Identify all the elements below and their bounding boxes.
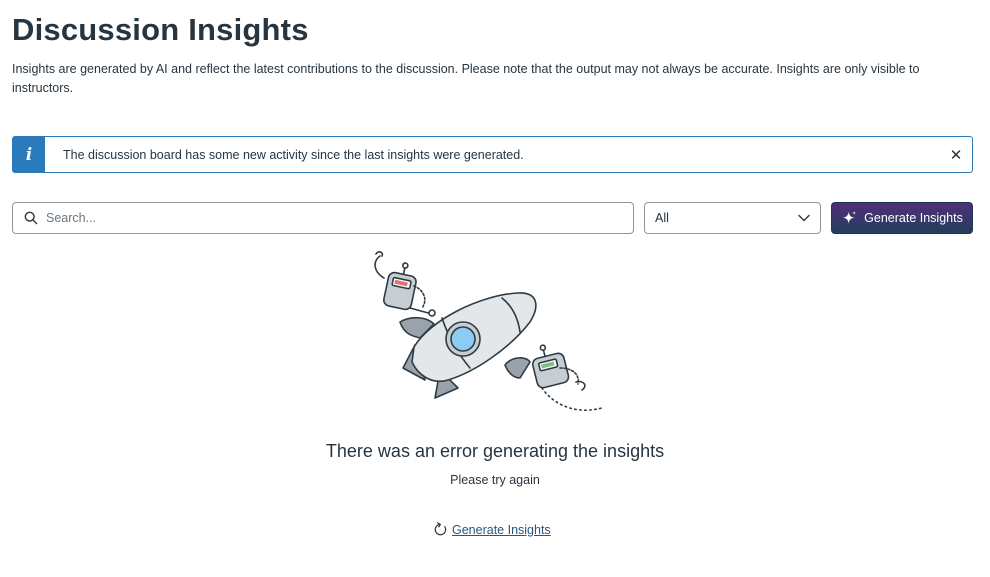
chevron-down-icon <box>798 214 810 222</box>
page-description: Insights are generated by AI and reflect… <box>12 62 920 95</box>
rocket-robots-illustration <box>374 251 603 411</box>
filter-select-value: All <box>655 211 669 225</box>
alert-message: The discussion board has some new activi… <box>63 147 524 162</box>
retry-link-label[interactable]: Generate Insights <box>452 523 551 537</box>
refresh-icon <box>434 522 447 536</box>
filter-select[interactable]: All <box>644 202 821 234</box>
search-box[interactable] <box>12 202 634 234</box>
discussion-insights-page: Discussion Insights Insights are generat… <box>0 0 990 577</box>
retry-generate-insights-link[interactable]: Generate Insights <box>433 522 551 537</box>
error-title: There was an error generating the insigh… <box>325 441 665 461</box>
sparkle-icon <box>842 210 857 224</box>
generate-insights-button[interactable]: Generate Insights <box>831 202 973 234</box>
info-icon: i <box>13 137 45 172</box>
error-subtitle: Please try again <box>450 473 540 487</box>
page-title: Discussion Insights <box>12 12 309 47</box>
search-icon <box>24 211 38 225</box>
info-icon-glyph: i <box>25 144 33 165</box>
close-icon[interactable]: ✕ <box>940 137 972 172</box>
search-input[interactable] <box>44 210 608 226</box>
generate-insights-button-label: Generate Insights <box>864 211 963 225</box>
info-alert: i The discussion board has some new acti… <box>12 136 973 173</box>
